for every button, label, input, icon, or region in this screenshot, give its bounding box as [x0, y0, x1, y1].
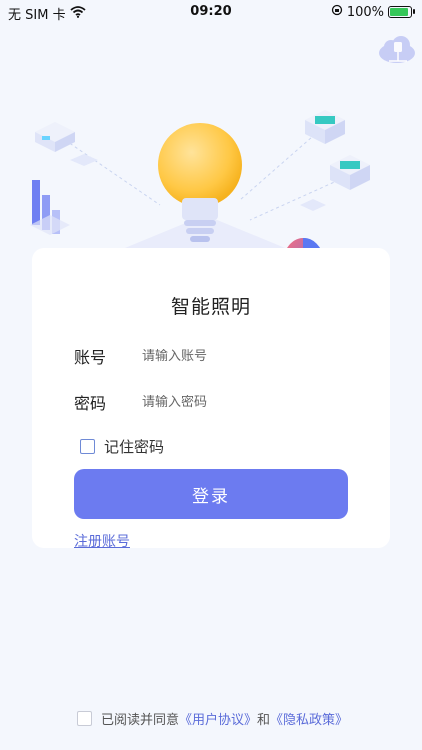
battery-charging-icon: [388, 6, 415, 18]
battery-percent: 100%: [346, 4, 384, 20]
rotation-lock-icon: [331, 4, 343, 20]
cloud-network-icon: [379, 36, 415, 63]
remember-password-checkbox[interactable]: [80, 439, 95, 454]
agreement-and: 和: [257, 713, 271, 728]
status-bar: 无 SIM 卡 09:20 100%: [0, 0, 422, 24]
password-label: 密码: [74, 394, 107, 413]
register-account-link[interactable]: 注册账号: [74, 531, 130, 551]
battery-fill: [390, 8, 408, 16]
smart-device-cube-icon: [305, 110, 345, 144]
account-row: 账号: [74, 344, 342, 368]
light-bulb-icon: [158, 123, 242, 242]
login-button[interactable]: 登录: [74, 469, 348, 519]
user-agreement-link[interactable]: 《用户协议》: [179, 709, 257, 728]
privacy-policy-link[interactable]: 《隐私政策》: [270, 709, 348, 728]
bar-chart-icon: [30, 180, 70, 235]
cloud-network-button[interactable]: [377, 35, 417, 69]
agreement-prefix: 已阅读并同意: [101, 713, 180, 728]
password-row: 密码: [74, 390, 342, 414]
agreement-row: 已阅读并同意 《用户协议》 和 《隐私政策》: [77, 709, 348, 728]
device-cube-icon: [35, 122, 75, 152]
account-input[interactable]: [142, 348, 342, 364]
password-input[interactable]: [142, 394, 342, 410]
app-title: 智能照明: [170, 296, 251, 318]
remember-password-label: 记住密码: [104, 438, 165, 456]
status-right: 100%: [331, 4, 415, 20]
smart-device-cube-icon-2: [330, 155, 370, 190]
account-label: 账号: [74, 348, 107, 367]
remember-password-toggle[interactable]: 记住密码: [80, 436, 164, 457]
agreement-checkbox[interactable]: [77, 711, 92, 726]
